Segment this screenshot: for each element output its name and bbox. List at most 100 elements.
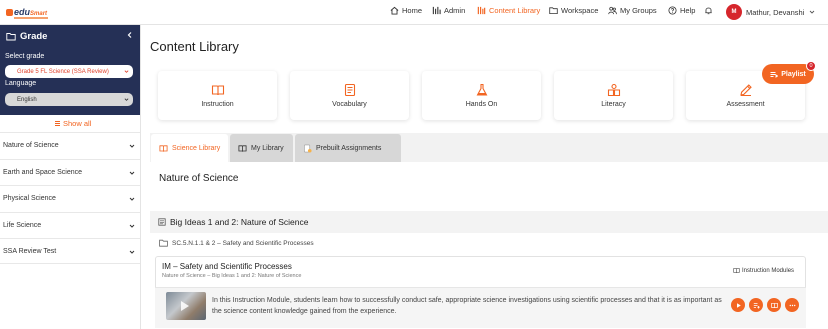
playlist-icon — [770, 71, 779, 78]
add-to-playlist-button[interactable] — [749, 298, 763, 312]
grade-panel: Grade Select grade Grade 5 FL Science (S… — [0, 25, 140, 115]
playlist-add-icon — [753, 302, 760, 308]
list-icon — [55, 121, 60, 126]
document-icon — [344, 83, 355, 97]
module-type-label: Instruction Modules — [742, 267, 795, 274]
sidebar-item-label: Earth and Space Science — [3, 169, 82, 176]
help-icon — [668, 6, 677, 15]
card-vocabulary[interactable]: Vocabulary — [290, 71, 409, 120]
chevron-down-icon[interactable] — [809, 9, 815, 15]
play-button[interactable] — [731, 298, 745, 312]
playlist-count-badge: 0 — [806, 61, 816, 71]
tab-label: Science Library — [172, 144, 221, 152]
content-library-icon — [477, 6, 486, 15]
nav-home-label: Home — [402, 6, 423, 15]
sidebar-item-label: Nature of Science — [3, 142, 59, 149]
video-thumbnail[interactable] — [166, 292, 206, 320]
folder-row[interactable]: SC.5.N.1.1 & 2 – Safety and Scientific P… — [159, 239, 314, 247]
sidebar-item-label: SSA Review Test — [3, 247, 57, 255]
module-description: In this Instruction Module, students lea… — [212, 297, 722, 315]
card-label: Vocabulary — [332, 101, 367, 108]
chevron-down-icon — [124, 70, 129, 73]
page-title: Content Library — [150, 39, 239, 54]
book-open-icon — [770, 302, 778, 308]
tab-label: Prebuilt Assignments — [316, 144, 382, 152]
bell-icon — [705, 7, 712, 15]
sidebar-item-nature-of-science[interactable]: Nature of Science — [0, 132, 140, 158]
sidebar-item-label: Life Science — [3, 222, 42, 229]
more-horizontal-icon — [789, 304, 795, 306]
book-open-icon — [238, 144, 247, 152]
nav-admin[interactable]: Admin — [432, 6, 465, 15]
nav-my-groups[interactable]: My Groups — [608, 6, 657, 15]
folder-icon — [6, 33, 16, 41]
chevron-down-icon — [129, 144, 135, 148]
nav-workspace[interactable]: Workspace — [549, 6, 598, 15]
chevron-down-icon — [129, 224, 135, 228]
avatar[interactable]: M — [726, 4, 742, 20]
language-select-value: English — [17, 96, 37, 103]
chevron-down-icon — [129, 171, 135, 175]
show-all-label: Show all — [63, 119, 92, 128]
flask-icon — [476, 83, 487, 96]
reader-icon — [607, 83, 620, 97]
more-options-button[interactable] — [785, 298, 799, 312]
sidebar-item-label: Physical Science — [3, 195, 56, 202]
nav-help[interactable]: Help — [668, 6, 695, 15]
chevron-left-icon[interactable] — [126, 31, 134, 39]
chevron-down-icon — [129, 250, 135, 254]
show-all-link[interactable]: Show all — [54, 119, 91, 128]
grade-select[interactable]: Grade 5 FL Science (SSA Review) — [5, 65, 133, 78]
chevron-down-icon — [124, 98, 129, 101]
sidebar-item-ssa-review-test[interactable]: SSA Review Test — [0, 238, 140, 264]
folder-icon — [159, 239, 168, 247]
chevron-down-icon — [129, 197, 135, 201]
card-hands-on[interactable]: Hands On — [422, 71, 541, 120]
playlist-label: Playlist — [781, 70, 806, 78]
group-title: Big Ideas 1 and 2: Nature of Science — [170, 217, 309, 227]
grade-select-value: Grade 5 FL Science (SSA Review) — [17, 68, 109, 75]
open-book-button[interactable] — [767, 298, 781, 312]
tab-science-library[interactable]: Science Library — [151, 134, 228, 162]
play-overlay-icon — [181, 301, 189, 311]
nav-admin-label: Admin — [444, 6, 466, 15]
tab-my-library[interactable]: My Library — [230, 134, 293, 162]
folder-icon — [549, 7, 558, 15]
card-label: Hands On — [465, 101, 498, 108]
book-open-icon — [211, 85, 224, 96]
book-open-icon — [733, 268, 740, 273]
nav-workspace-label: Workspace — [561, 6, 599, 15]
folder-label: SC.5.N.1.1 & 2 – Safety and Scientific P… — [172, 239, 314, 247]
sidebar-item-life-science[interactable]: Life Science — [0, 212, 140, 238]
document-icon — [158, 218, 166, 226]
pencil-icon — [739, 84, 752, 97]
grade-title-label: Grade — [20, 31, 48, 42]
group-header[interactable]: Big Ideas 1 and 2: Nature of Science — [150, 211, 828, 233]
tab-prebuilt-assignments[interactable]: Prebuilt Assignments — [295, 134, 401, 162]
book-open-icon — [159, 144, 168, 152]
tab-label: My Library — [251, 144, 284, 152]
card-instruction[interactable]: Instruction — [158, 71, 277, 120]
nav-content-library[interactable]: Content Library — [477, 6, 540, 15]
nav-content-library-label: Content Library — [489, 6, 541, 15]
sidebar-item-physical-science[interactable]: Physical Science — [0, 185, 140, 211]
card-literacy[interactable]: Literacy — [554, 71, 673, 120]
sidebar-item-earth-and-space-science[interactable]: Earth and Space Science — [0, 159, 140, 185]
select-grade-label: Select grade — [5, 53, 45, 60]
card-label: Instruction — [201, 101, 234, 108]
notifications-button[interactable] — [704, 6, 713, 15]
module-title[interactable]: IM – Safety and Scientific Processes — [162, 262, 292, 271]
language-label: Language — [5, 80, 37, 87]
top-bar: eduSmart Home Admin Content Library Work… — [0, 0, 828, 25]
user-name[interactable]: Mathur, Devanshi — [746, 8, 804, 17]
language-select[interactable]: English — [5, 93, 133, 106]
assignment-icon — [304, 144, 312, 153]
card-label: Literacy — [601, 101, 626, 108]
nav-home[interactable]: Home — [390, 6, 422, 15]
logo-text: edu — [14, 7, 31, 17]
admin-icon — [432, 6, 441, 15]
module-type: Instruction Modules — [733, 267, 794, 274]
edusmart-logo[interactable]: eduSmart — [6, 7, 48, 19]
module-breadcrumb: Nature of Science – Big Ideas 1 and 2: N… — [162, 273, 302, 279]
nav-help-label: Help — [680, 6, 696, 15]
